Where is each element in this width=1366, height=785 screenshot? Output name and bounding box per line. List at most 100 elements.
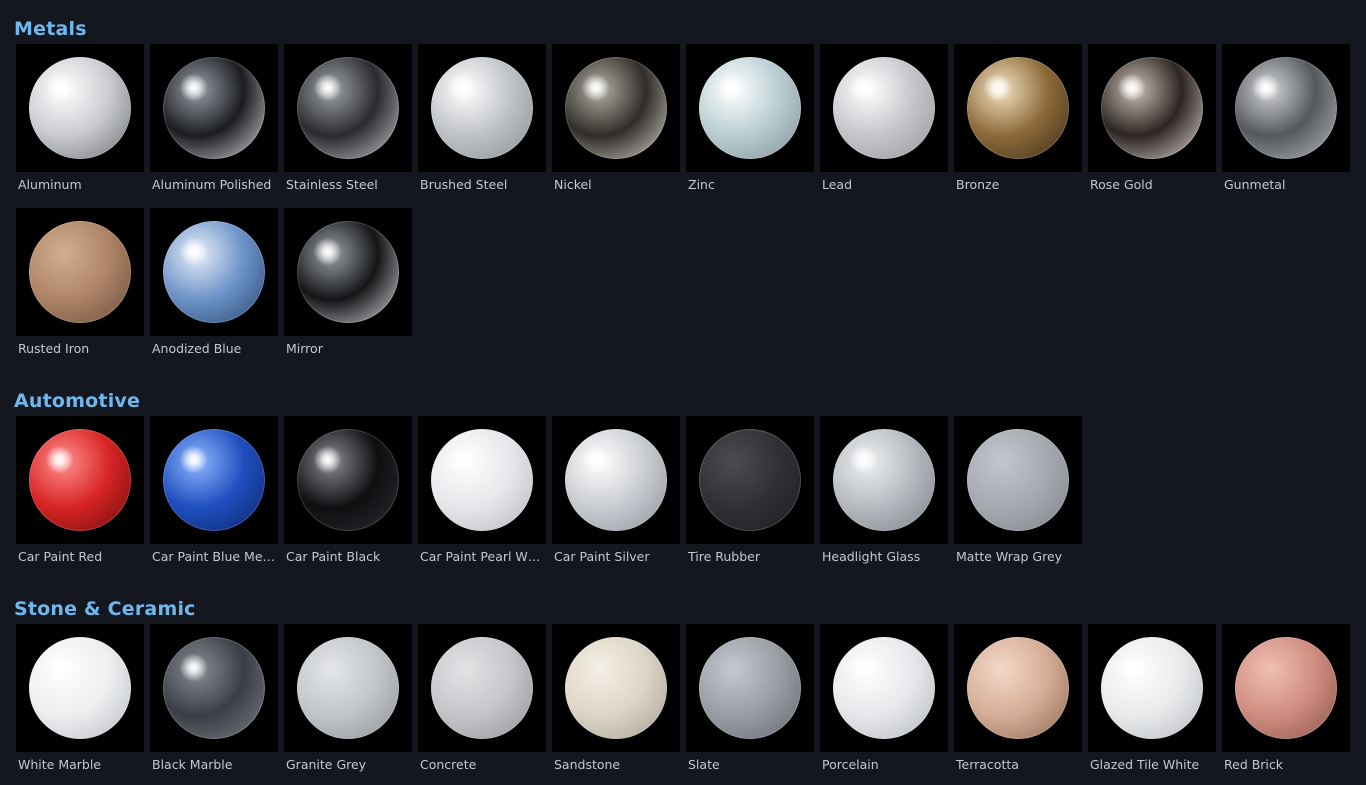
material-preview-sphere — [163, 429, 265, 531]
material-card[interactable]: Aluminum — [16, 44, 144, 193]
material-thumbnail — [686, 416, 814, 544]
material-thumbnail — [418, 624, 546, 752]
material-thumbnail — [552, 416, 680, 544]
material-preview-sphere — [431, 637, 533, 739]
material-label: Car Paint Silver — [554, 549, 650, 564]
section-title-metals: Metals — [14, 18, 87, 40]
material-preview-sphere — [565, 637, 667, 739]
material-preview-sphere — [1235, 637, 1337, 739]
material-label: Tire Rubber — [688, 549, 760, 564]
material-card[interactable]: Headlight Glass — [820, 416, 948, 565]
material-card[interactable]: Aluminum Polished — [150, 44, 278, 193]
material-preview-sphere — [431, 429, 533, 531]
material-preview-sphere — [833, 637, 935, 739]
material-card[interactable]: Lead — [820, 44, 948, 193]
material-preview-sphere — [163, 637, 265, 739]
material-card[interactable]: Sandstone — [552, 624, 680, 773]
material-label: Zinc — [688, 177, 715, 192]
material-preview-sphere — [297, 637, 399, 739]
material-card[interactable]: Matte Wrap Grey — [954, 416, 1082, 565]
material-label: Aluminum Polished — [152, 177, 272, 192]
material-preview-sphere — [565, 429, 667, 531]
material-card[interactable]: Car Paint Black — [284, 416, 412, 565]
material-label: Slate — [688, 757, 720, 772]
material-thumbnail — [150, 44, 278, 172]
material-thumbnail — [686, 44, 814, 172]
material-card[interactable]: Slate — [686, 624, 814, 773]
material-label: Headlight Glass — [822, 549, 921, 564]
material-card[interactable]: Red Brick — [1222, 624, 1350, 773]
material-preview-sphere — [29, 637, 131, 739]
material-card[interactable]: Granite Grey — [284, 624, 412, 773]
material-label: Matte Wrap Grey — [956, 549, 1063, 564]
material-card[interactable]: Anodized Blue — [150, 208, 278, 357]
material-card[interactable]: Black Marble — [150, 624, 278, 773]
material-label: Aluminum — [18, 177, 82, 192]
material-thumbnail — [16, 416, 144, 544]
material-card[interactable]: Nickel — [552, 44, 680, 193]
material-thumbnail — [820, 44, 948, 172]
material-preview-sphere — [29, 221, 131, 323]
material-thumbnail — [1222, 44, 1350, 172]
material-card[interactable]: Rusted Iron — [16, 208, 144, 357]
material-card[interactable]: Mirror — [284, 208, 412, 357]
material-card[interactable]: White Marble — [16, 624, 144, 773]
material-thumbnail — [954, 44, 1082, 172]
material-label: Car Paint Pearl Whi… — [420, 549, 546, 564]
material-card[interactable]: Rose Gold — [1088, 44, 1216, 193]
material-card[interactable]: Zinc — [686, 44, 814, 193]
material-thumbnail — [552, 624, 680, 752]
material-label: Black Marble — [152, 757, 233, 772]
material-card[interactable]: Car Paint Blue Meta… — [150, 416, 278, 565]
material-thumbnail — [954, 416, 1082, 544]
material-preview-sphere — [833, 429, 935, 531]
material-card[interactable]: Glazed Tile White — [1088, 624, 1216, 773]
material-card[interactable]: Car Paint Silver — [552, 416, 680, 565]
material-label: Concrete — [420, 757, 477, 772]
material-preview-sphere — [29, 429, 131, 531]
material-preview-sphere — [833, 57, 935, 159]
material-label: Mirror — [286, 341, 323, 356]
material-preview-sphere — [699, 429, 801, 531]
material-label: Granite Grey — [286, 757, 367, 772]
material-label: Anodized Blue — [152, 341, 242, 356]
material-card[interactable]: Concrete — [418, 624, 546, 773]
material-thumbnail — [16, 44, 144, 172]
material-thumbnail — [418, 44, 546, 172]
material-thumbnail — [954, 624, 1082, 752]
material-card[interactable]: Terracotta — [954, 624, 1082, 773]
material-preview-sphere — [699, 637, 801, 739]
section-title-stone-ceramic: Stone & Ceramic — [14, 598, 196, 620]
material-card[interactable]: Car Paint Pearl Whi… — [418, 416, 546, 565]
material-label: Nickel — [554, 177, 592, 192]
material-label: Porcelain — [822, 757, 879, 772]
material-card[interactable]: Tire Rubber — [686, 416, 814, 565]
material-preview-sphere — [967, 429, 1069, 531]
material-preview-sphere — [297, 57, 399, 159]
material-card[interactable]: Car Paint Red — [16, 416, 144, 565]
section-title-automotive: Automotive — [14, 390, 141, 412]
material-label: Red Brick — [1224, 757, 1284, 772]
material-card[interactable]: Stainless Steel — [284, 44, 412, 193]
material-label: Stainless Steel — [286, 177, 378, 192]
material-label: Brushed Steel — [420, 177, 508, 192]
material-thumbnail — [284, 624, 412, 752]
material-label: Glazed Tile White — [1090, 757, 1200, 772]
material-preview-sphere — [163, 57, 265, 159]
material-label: Bronze — [956, 177, 1000, 192]
material-label: Rose Gold — [1090, 177, 1153, 192]
material-label: Rusted Iron — [18, 341, 90, 356]
material-label: Lead — [822, 177, 853, 192]
material-thumbnail — [1088, 44, 1216, 172]
material-thumbnail — [418, 416, 546, 544]
material-card[interactable]: Brushed Steel — [418, 44, 546, 193]
material-label: Terracotta — [956, 757, 1019, 772]
material-thumbnail — [1088, 624, 1216, 752]
material-label: Car Paint Blue Meta… — [152, 549, 278, 564]
material-card[interactable]: Bronze — [954, 44, 1082, 193]
material-label: Gunmetal — [1224, 177, 1286, 192]
material-thumbnail — [150, 416, 278, 544]
material-card[interactable]: Porcelain — [820, 624, 948, 773]
material-card[interactable]: Gunmetal — [1222, 44, 1350, 193]
material-preview-sphere — [1235, 57, 1337, 159]
